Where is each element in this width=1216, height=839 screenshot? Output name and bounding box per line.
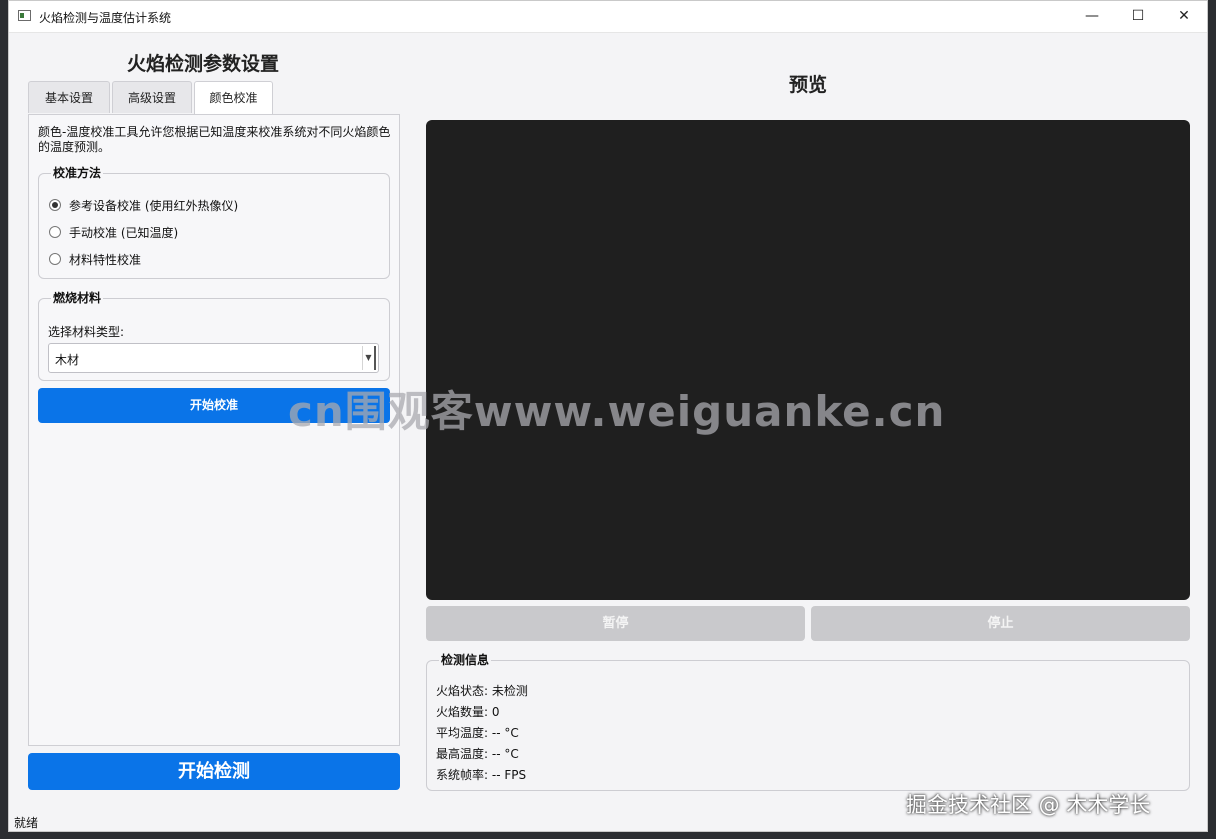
calibration-description: 颜色-温度校准工具允许您根据已知温度来校准系统对不同火焰颜色的温度预测。 <box>38 125 391 154</box>
preview-title: 预览 <box>789 74 828 96</box>
title-bar: 火焰检测与温度估计系统 — ☐ ✕ <box>9 1 1207 33</box>
dropdown-arrow-icon[interactable]: ▼ <box>362 346 376 370</box>
radio-label: 材料特性校准 <box>69 253 142 267</box>
app-icon <box>18 10 31 21</box>
window-title: 火焰检测与温度估计系统 <box>39 11 172 25</box>
radio-button[interactable] <box>49 226 61 238</box>
settings-panel-title: 火焰检测参数设置 <box>127 53 280 75</box>
system-fps: 系统帧率: -- FPS <box>436 768 527 782</box>
material-selected-value: 木材 <box>55 353 80 367</box>
status-bar-text: 就绪 <box>14 816 39 830</box>
calibration-method-title: 校准方法 <box>51 164 104 181</box>
right-background-edge <box>1208 0 1216 839</box>
material-type-select[interactable]: 木材 ▼ <box>48 343 379 373</box>
average-temperature: 平均温度: -- °C <box>436 726 519 740</box>
start-detection-button[interactable]: 开始检测 <box>28 753 400 790</box>
pause-button[interactable]: 暂停 <box>426 606 805 641</box>
max-temperature: 最高温度: -- °C <box>436 747 519 761</box>
material-type-label: 选择材料类型: <box>48 325 125 339</box>
radio-button[interactable] <box>49 253 61 265</box>
watermark-overlay: cn围观客www.weiguanke.cn <box>288 387 946 436</box>
minimize-button[interactable]: — <box>1069 1 1115 32</box>
bottom-background-edge <box>0 832 1216 839</box>
close-button[interactable]: ✕ <box>1161 1 1207 32</box>
detection-info-title: 检测信息 <box>439 651 492 668</box>
detection-info-group: 检测信息 火焰状态: 未检测 火焰数量: 0 平均温度: -- °C 最高温度:… <box>426 651 1190 791</box>
radio-label: 参考设备校准 (使用红外热像仪) <box>69 199 239 213</box>
tab-advanced-settings[interactable]: 高级设置 <box>112 81 192 113</box>
flame-count: 火焰数量: 0 <box>436 705 500 719</box>
radio-label: 手动校准 (已知温度) <box>69 226 179 240</box>
radio-button-checked[interactable] <box>49 199 61 211</box>
preview-canvas <box>426 120 1190 600</box>
material-group: 燃烧材料 选择材料类型: 木材 ▼ <box>38 289 390 381</box>
maximize-button[interactable]: ☐ <box>1115 1 1161 32</box>
tab-color-calibration[interactable]: 颜色校准 <box>194 81 273 115</box>
flame-status: 火焰状态: 未检测 <box>436 684 528 698</box>
background-editor-strip <box>0 0 8 839</box>
calibration-method-group: 校准方法 参考设备校准 (使用红外热像仪) 手动校准 (已知温度) 材料特性校准 <box>38 164 390 279</box>
tab-basic-settings[interactable]: 基本设置 <box>28 81 110 113</box>
stop-button[interactable]: 停止 <box>811 606 1190 641</box>
credit-overlay: 掘金技术社区 @ 木木学长 <box>906 793 1151 817</box>
material-title: 燃烧材料 <box>51 289 104 306</box>
